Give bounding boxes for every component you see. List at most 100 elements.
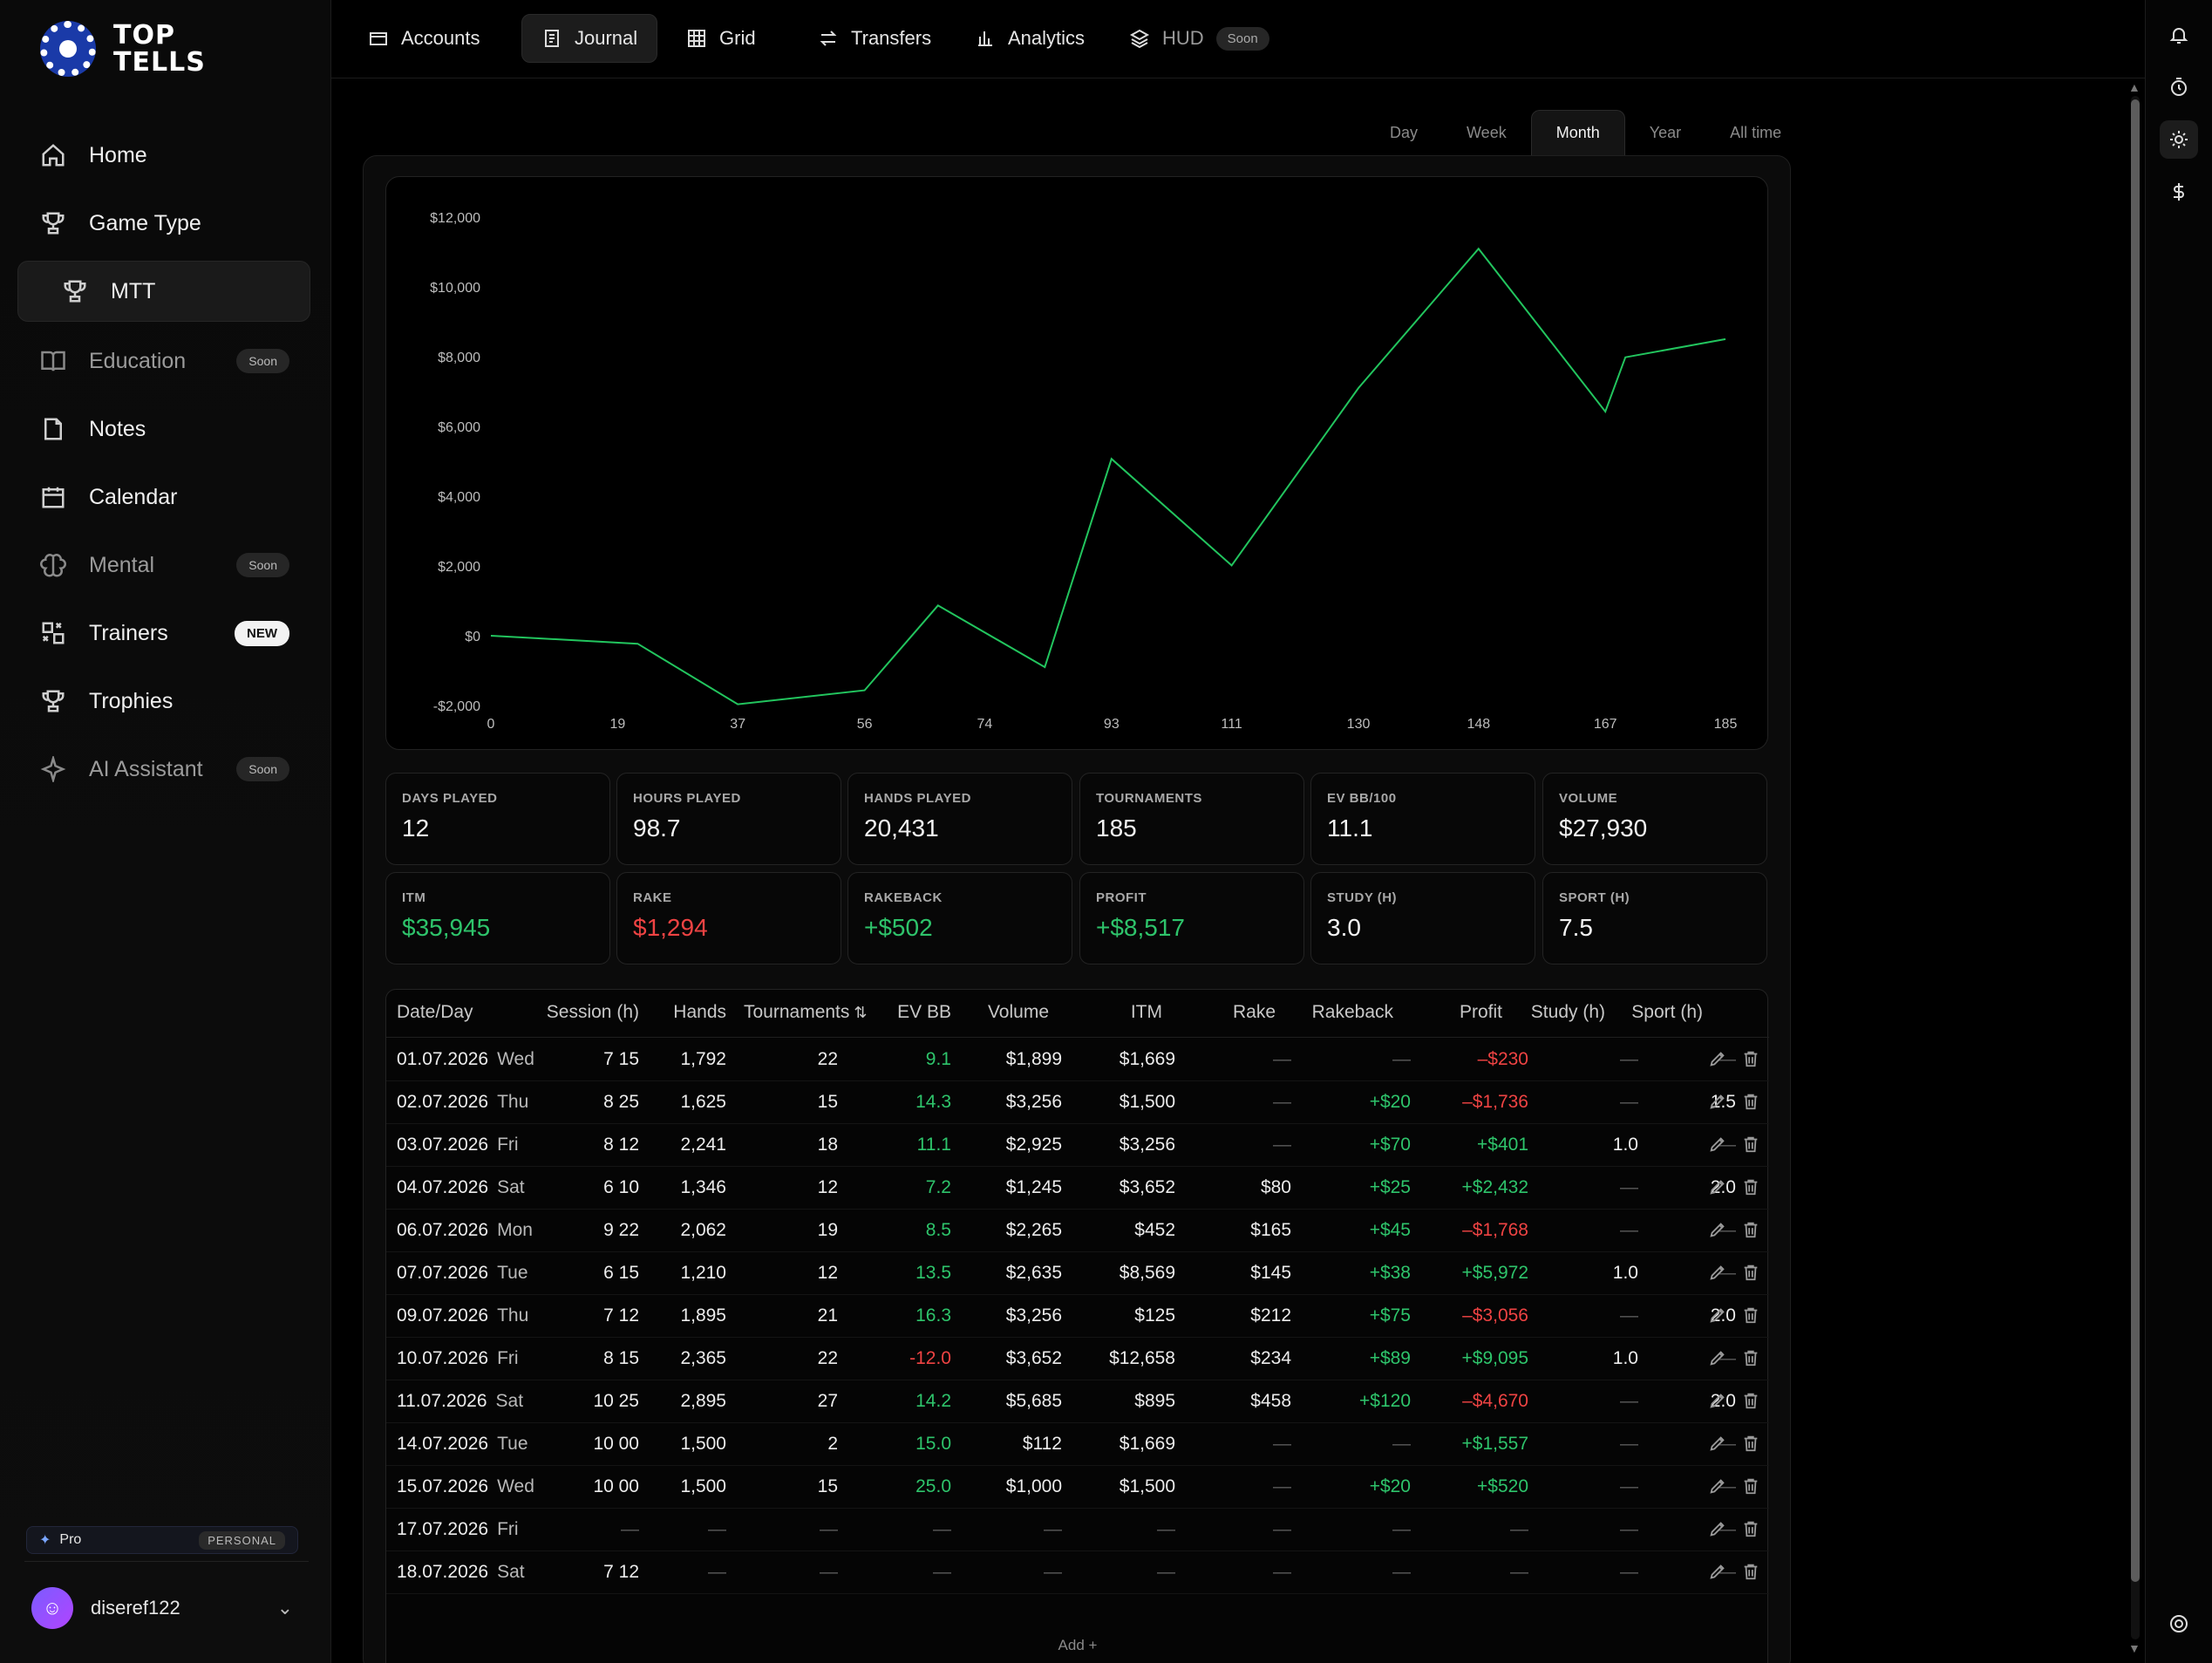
- tab-transfers[interactable]: Transfers: [799, 14, 950, 63]
- column-header[interactable]: Rake: [1171, 1002, 1276, 1023]
- edit-icon[interactable]: [1708, 1135, 1729, 1155]
- edit-icon[interactable]: [1708, 1049, 1729, 1070]
- sidebar-item-game-type[interactable]: Game Type: [17, 193, 310, 254]
- table-row[interactable]: 04.07.2026 Sat 6 10 1,346 12 7.2 $1,245 $3,652 $…: [386, 1167, 1769, 1210]
- edit-icon[interactable]: [1708, 1519, 1729, 1540]
- period-month[interactable]: Month: [1530, 110, 1625, 155]
- column-header[interactable]: Study (h): [1502, 1002, 1605, 1023]
- tab-accounts[interactable]: Accounts: [349, 14, 500, 63]
- delete-icon[interactable]: [1741, 1049, 1762, 1070]
- edit-icon[interactable]: [1708, 1263, 1729, 1284]
- table-row[interactable]: 02.07.2026 Thu 8 25 1,625 15 14.3 $3,256 $1,500…: [386, 1081, 1769, 1124]
- tab-journal[interactable]: Journal: [521, 14, 658, 63]
- add-row-button[interactable]: Add +: [386, 1637, 1769, 1654]
- sidebar-item-notes[interactable]: Notes: [17, 399, 310, 460]
- edit-icon[interactable]: [1708, 1348, 1729, 1369]
- support-icon[interactable]: [2160, 1605, 2198, 1643]
- sidebar-item-mental[interactable]: Mental Soon: [17, 535, 310, 596]
- sidebar-item-calendar[interactable]: Calendar: [17, 467, 310, 528]
- study-cell: 1.0: [1612, 1263, 1638, 1283]
- tab-hud[interactable]: HUD Soon: [1110, 14, 1289, 63]
- delete-icon[interactable]: [1741, 1220, 1762, 1241]
- edit-icon[interactable]: [1708, 1177, 1729, 1198]
- delete-icon[interactable]: [1741, 1092, 1762, 1113]
- sidebar-item-home[interactable]: Home: [17, 125, 310, 186]
- delete-icon[interactable]: [1741, 1562, 1762, 1583]
- sidebar-item-ai-assistant[interactable]: AI Assistant Soon: [17, 739, 310, 800]
- hands-cell: —: [708, 1519, 726, 1539]
- column-header[interactable]: Volume: [944, 1002, 1049, 1023]
- period-day[interactable]: Day: [1365, 110, 1442, 155]
- edit-icon[interactable]: [1708, 1434, 1729, 1455]
- delete-icon[interactable]: [1741, 1177, 1762, 1198]
- user-menu[interactable]: ☺ diseref122 ⌄: [31, 1587, 293, 1629]
- column-header[interactable]: Session (h): [534, 1002, 639, 1023]
- stat-label: PROFIT: [1096, 890, 1147, 905]
- brand-logo[interactable]: TOP TELLS: [40, 21, 206, 77]
- delete-icon[interactable]: [1741, 1135, 1762, 1155]
- sidebar-item-education[interactable]: Education Soon: [17, 331, 310, 392]
- delete-icon[interactable]: [1741, 1391, 1762, 1412]
- column-header[interactable]: ITM: [1058, 1002, 1162, 1023]
- tab-grid[interactable]: Grid: [667, 14, 775, 63]
- tab-label: Analytics: [1008, 27, 1086, 49]
- column-header[interactable]: Profit: [1393, 1002, 1502, 1023]
- column-header[interactable]: Sport (h): [1607, 1002, 1703, 1023]
- sidebar: TOP TELLS Home Game Type MTT Education S…: [0, 0, 331, 1663]
- dollar-icon[interactable]: [2160, 173, 2198, 211]
- weekday: Fri: [497, 1519, 519, 1539]
- ev-cell: 16.3: [915, 1305, 951, 1326]
- delete-icon[interactable]: [1741, 1476, 1762, 1497]
- table-row[interactable]: 18.07.2026 Sat 7 12— — — — — — — — — —: [386, 1551, 1769, 1594]
- table-row[interactable]: 03.07.2026 Fri 8 12 2,241 18 11.1 $2,925 $3,256…: [386, 1124, 1769, 1167]
- delete-icon[interactable]: [1741, 1434, 1762, 1455]
- ev-cell: 11.1: [916, 1135, 951, 1155]
- sidebar-item-mtt[interactable]: MTT: [17, 261, 310, 322]
- rake-cell: $145: [1250, 1263, 1291, 1283]
- profit-cell: –$4,670: [1462, 1391, 1528, 1411]
- period-year[interactable]: Year: [1625, 110, 1705, 155]
- table-row[interactable]: 14.07.2026 Tue 10 00 1,500 2 15.0 $112 $1,669 — —…: [386, 1423, 1769, 1466]
- column-header[interactable]: Rakeback: [1276, 1002, 1393, 1023]
- table-row[interactable]: 15.07.2026 Wed 10 00 1,500 15 25.0 $1,000 $1,50…: [386, 1466, 1769, 1509]
- table-row[interactable]: 07.07.2026 Tue 6 15 1,210 12 13.5 $2,635 $8,569…: [386, 1252, 1769, 1295]
- column-header[interactable]: Hands: [648, 1002, 726, 1023]
- column-header[interactable]: EV BB: [847, 1002, 951, 1023]
- delete-icon[interactable]: [1741, 1263, 1762, 1284]
- table-row[interactable]: 06.07.2026 Mon 9 22 2,062 19 8.5 $2,265 $452 $16…: [386, 1210, 1769, 1252]
- edit-icon[interactable]: [1708, 1305, 1729, 1326]
- table-row[interactable]: 09.07.2026 Thu 7 12 1,895 21 16.3 $3,256 $125 $2…: [386, 1295, 1769, 1338]
- sidebar-item-trainers[interactable]: Trainers NEW: [17, 603, 310, 664]
- plan-badge[interactable]: ✦ Pro PERSONAL: [26, 1526, 298, 1554]
- timer-icon[interactable]: [2160, 68, 2198, 106]
- table-row[interactable]: 17.07.2026 Fri — — — — — — — — — — —: [386, 1509, 1769, 1551]
- rake-cell: $165: [1250, 1220, 1291, 1240]
- period-week[interactable]: Week: [1442, 110, 1531, 155]
- y-tick-label: $6,000: [438, 420, 480, 435]
- soon-badge: Soon: [1215, 26, 1269, 51]
- sun-icon[interactable]: [2160, 120, 2198, 159]
- delete-icon[interactable]: [1741, 1348, 1762, 1369]
- edit-icon[interactable]: [1708, 1562, 1729, 1583]
- table-row[interactable]: 10.07.2026 Fri 8 15 2,365 22 -12.0 $3,652 $12,6…: [386, 1338, 1769, 1380]
- soon-badge: Soon: [236, 757, 289, 781]
- hands-cell: 2,895: [680, 1391, 726, 1411]
- period-all-time[interactable]: All time: [1705, 110, 1806, 155]
- sidebar-item-trophies[interactable]: Trophies: [17, 671, 310, 732]
- bell-icon[interactable]: [2160, 16, 2198, 54]
- delete-icon[interactable]: [1741, 1305, 1762, 1326]
- column-header[interactable]: Date/Day: [397, 1002, 536, 1023]
- table-row[interactable]: 01.07.2026 Wed 7 15 1,792 22 9.1 $1,899 $1,669 —…: [386, 1039, 1769, 1081]
- table-row[interactable]: 11.07.2026 Sat 10 25 2,895 27 14.2 $5,685 $895 $…: [386, 1380, 1769, 1423]
- edit-icon[interactable]: [1708, 1092, 1729, 1113]
- tab-analytics[interactable]: Analytics: [956, 14, 1104, 63]
- scroll-down-icon[interactable]: ▼: [2128, 1641, 2141, 1655]
- delete-icon[interactable]: [1741, 1519, 1762, 1540]
- edit-icon[interactable]: [1708, 1220, 1729, 1241]
- scroll-thumb[interactable]: [2131, 99, 2140, 1582]
- scroll-up-icon[interactable]: ▲: [2128, 80, 2141, 94]
- edit-icon[interactable]: [1708, 1476, 1729, 1497]
- edit-icon[interactable]: [1708, 1391, 1729, 1412]
- scrollbar[interactable]: ▲ ▼: [2126, 80, 2143, 1663]
- stat-card: PROFIT +$8,517: [1079, 872, 1304, 964]
